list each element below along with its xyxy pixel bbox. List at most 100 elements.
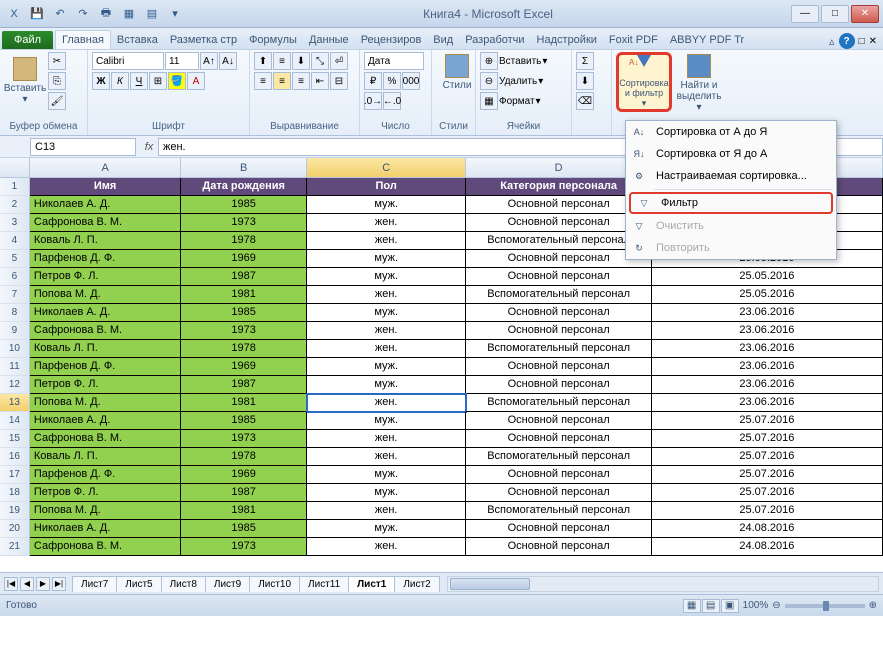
styles-button[interactable]: Стили [436,52,478,93]
align-center-icon[interactable]: ≡ [273,72,291,90]
cell[interactable]: 25.05.2016 [652,286,883,304]
merge-icon[interactable]: ⊟ [330,72,348,90]
row-header[interactable]: 10 [0,340,30,358]
underline-button[interactable]: Ч [130,72,148,90]
cell[interactable]: Основной персонал [466,520,651,538]
view-normal-icon[interactable]: ▦ [683,599,701,613]
cell[interactable]: жен. [307,340,466,358]
sheet-nav-last-icon[interactable]: ▶| [52,577,66,591]
tab-data[interactable]: Данные [303,31,355,49]
decrease-font-icon[interactable]: A↓ [219,52,237,70]
cell[interactable]: 1985 [181,520,307,538]
cell[interactable]: Основной персонал [466,412,651,430]
row-header[interactable]: 12 [0,376,30,394]
maximize-button[interactable]: □ [821,5,849,23]
cell[interactable]: Вспомогательный персонал [466,340,651,358]
cell[interactable]: Основной персонал [466,322,651,340]
italic-button[interactable]: К [111,72,129,90]
sheet-tab[interactable]: Лист1 [348,576,395,592]
wrap-text-icon[interactable]: ⏎ [330,52,348,70]
zoom-slider[interactable] [785,604,865,608]
cut-icon[interactable]: ✂ [48,52,66,70]
paste-button[interactable]: Вставить▾ [4,52,46,110]
cell[interactable]: Сафронова В. М. [30,430,181,448]
cell[interactable]: жен. [307,448,466,466]
cell[interactable]: 25.07.2016 [652,466,883,484]
cell[interactable]: 1978 [181,448,307,466]
cell[interactable]: 1987 [181,484,307,502]
cell[interactable]: 23.06.2016 [652,340,883,358]
cell[interactable]: 25.07.2016 [652,430,883,448]
row-header[interactable]: 14 [0,412,30,430]
cell[interactable]: Основной персонал [466,538,651,556]
cell[interactable]: 25.05.2016 [652,268,883,286]
border-button[interactable]: ⊞ [149,72,167,90]
cell[interactable]: муж. [307,250,466,268]
row-header[interactable]: 5 [0,250,30,268]
sheet-tab[interactable]: Лист7 [72,576,117,592]
cell[interactable]: жен. [307,538,466,556]
help-icon[interactable]: ? [839,33,855,49]
filter-item[interactable]: ▽Фильтр [629,192,833,214]
sheet-tab[interactable]: Лист9 [205,576,250,592]
cell[interactable]: Парфенов Д. Ф. [30,358,181,376]
row-header[interactable]: 6 [0,268,30,286]
redo-icon[interactable]: ↷ [73,4,93,24]
cell[interactable]: 23.06.2016 [652,358,883,376]
row-header[interactable]: 13 [0,394,30,412]
decrease-indent-icon[interactable]: ⇤ [311,72,329,90]
font-size-select[interactable]: 11 [165,52,199,70]
cell[interactable]: Основной персонал [466,304,651,322]
cell[interactable]: Вспомогательный персонал [466,394,651,412]
sheet-tab[interactable]: Лист2 [394,576,439,592]
row-header[interactable]: 3 [0,214,30,232]
cell[interactable]: Основной персонал [466,376,651,394]
minimize-ribbon-icon[interactable]: ▵ [829,35,835,48]
cell[interactable]: Попова М. Д. [30,394,181,412]
cell[interactable]: 1978 [181,340,307,358]
sort-za-item[interactable]: Я↓Сортировка от Я до А [626,143,836,165]
cell[interactable]: Основной персонал [466,484,651,502]
row-header[interactable]: 17 [0,466,30,484]
tab-layout[interactable]: Разметка стр [164,31,243,49]
cell[interactable]: Петров Ф. Л. [30,376,181,394]
cell[interactable]: 1981 [181,286,307,304]
cell[interactable]: Имя [30,178,181,196]
cell[interactable]: Петров Ф. Л. [30,268,181,286]
cell[interactable]: 1987 [181,376,307,394]
cell[interactable]: Основной персонал [466,214,651,232]
row-header[interactable]: 16 [0,448,30,466]
align-left-icon[interactable]: ≡ [254,72,272,90]
align-middle-icon[interactable]: ≡ [273,52,291,70]
cell[interactable]: 1985 [181,304,307,322]
print-icon[interactable]: 🖶 [96,4,116,24]
row-header[interactable]: 8 [0,304,30,322]
tab-developer[interactable]: Разработчи [459,31,530,49]
cell[interactable]: Попова М. Д. [30,286,181,304]
file-tab[interactable]: Файл [2,31,53,49]
cell[interactable]: 1987 [181,268,307,286]
sheet-nav-prev-icon[interactable]: ◀ [20,577,34,591]
currency-icon[interactable]: ₽ [364,72,382,90]
cell[interactable]: 1978 [181,232,307,250]
increase-decimal-icon[interactable]: .0→ [364,92,382,110]
cell[interactable]: 25.07.2016 [652,502,883,520]
row-header[interactable]: 19 [0,502,30,520]
col-header-d[interactable]: D [466,158,651,177]
cell[interactable]: 1973 [181,214,307,232]
cell[interactable]: Николаев А. Д. [30,520,181,538]
cell[interactable]: Основной персонал [466,466,651,484]
undo-icon[interactable]: ↶ [50,4,70,24]
cell[interactable]: Коваль Л. П. [30,232,181,250]
cell[interactable]: 23.06.2016 [652,322,883,340]
cell[interactable]: Основной персонал [466,268,651,286]
cell[interactable]: 24.08.2016 [652,520,883,538]
row-header[interactable]: 15 [0,430,30,448]
cell[interactable]: 25.07.2016 [652,484,883,502]
align-bottom-icon[interactable]: ⬇ [292,52,310,70]
sheet-tab[interactable]: Лист11 [299,576,349,592]
cell[interactable]: муж. [307,268,466,286]
row-header[interactable]: 7 [0,286,30,304]
row-header[interactable]: 1 [0,178,30,196]
col-header-b[interactable]: B [181,158,307,177]
